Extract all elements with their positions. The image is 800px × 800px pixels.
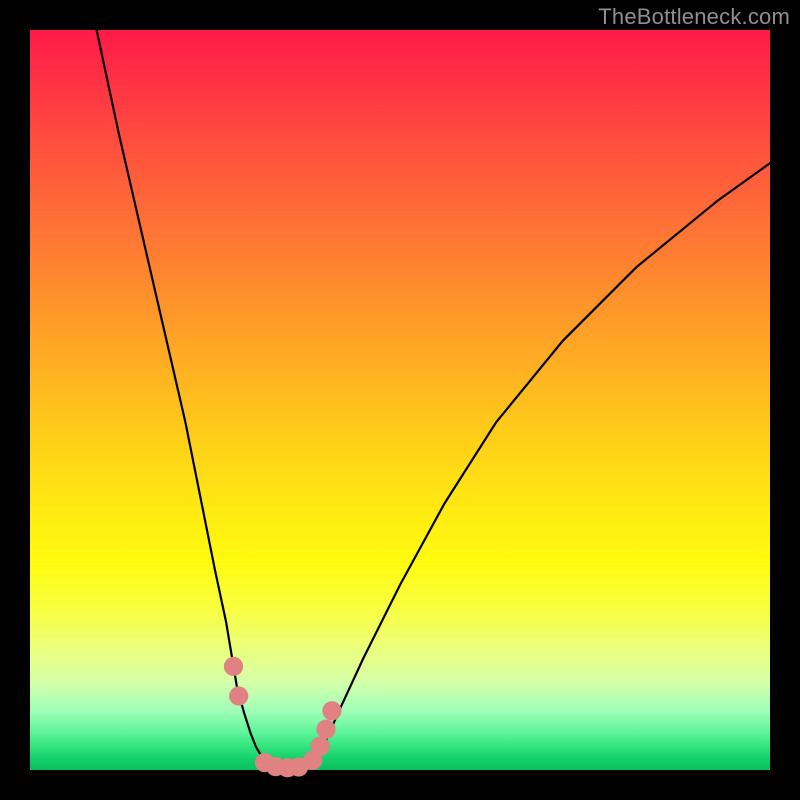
chart-svg <box>30 30 770 770</box>
marker-2 <box>229 686 248 705</box>
marker-10 <box>322 701 341 720</box>
bottleneck-curve <box>97 30 770 768</box>
chart-frame: TheBottleneck.com <box>0 0 800 800</box>
plot-area <box>30 30 770 770</box>
marker-9 <box>316 720 335 739</box>
watermark-text: TheBottleneck.com <box>598 4 790 30</box>
marker-1 <box>224 657 243 676</box>
marker-8 <box>310 737 329 756</box>
